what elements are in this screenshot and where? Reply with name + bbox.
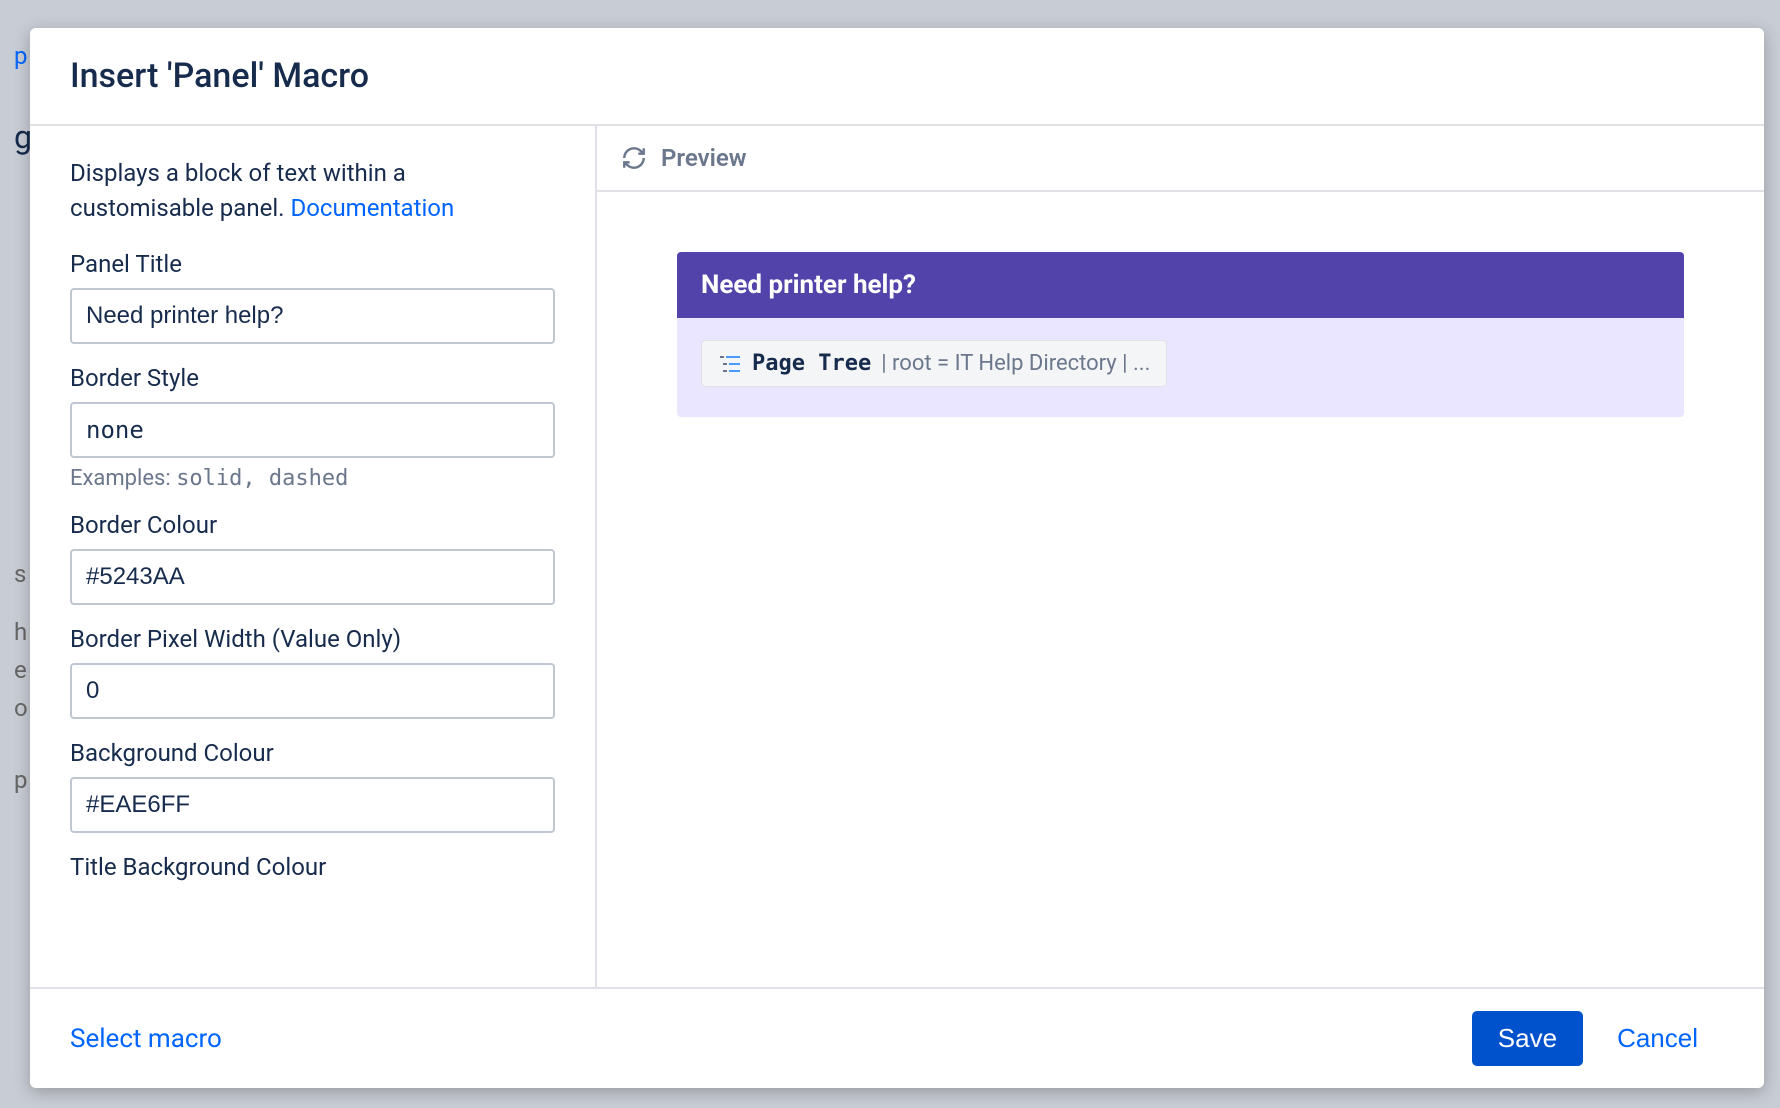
bg-artifact-p2: p: [14, 766, 27, 794]
border-width-label: Border Pixel Width (Value Only): [70, 625, 555, 653]
bg-artifact-p: p: [14, 42, 27, 70]
hint-prefix: Examples:: [70, 466, 176, 491]
macro-dialog: Insert 'Panel' Macro Displays a block of…: [30, 28, 1764, 1088]
cancel-button[interactable]: Cancel: [1591, 1011, 1724, 1066]
bg-artifact-h: h: [14, 618, 27, 646]
macro-chip-name: Page Tree: [752, 351, 871, 376]
field-border-width: Border Pixel Width (Value Only): [70, 625, 555, 719]
panel-title-input[interactable]: [70, 288, 555, 344]
border-style-input[interactable]: [70, 402, 555, 458]
dialog-title: Insert 'Panel' Macro: [70, 56, 1724, 96]
hint-values: solid, dashed: [176, 466, 348, 491]
page-tree-icon: [718, 354, 742, 374]
border-colour-input[interactable]: [70, 549, 555, 605]
macro-description: Displays a block of text within a custom…: [70, 156, 555, 226]
page-tree-macro-chip[interactable]: Page Tree | root = IT Help Directory | .…: [701, 340, 1167, 387]
preview-pane: Preview Need printer help?: [597, 126, 1764, 987]
preview-header: Preview: [597, 126, 1764, 192]
field-title-bg-colour: Title Background Colour: [70, 853, 555, 881]
bg-artifact-e: e: [14, 656, 27, 684]
preview-title: Preview: [661, 144, 746, 172]
documentation-link[interactable]: Documentation: [290, 194, 454, 222]
field-panel-title: Panel Title: [70, 250, 555, 344]
save-button[interactable]: Save: [1472, 1011, 1583, 1066]
select-macro-link[interactable]: Select macro: [70, 1024, 222, 1054]
background-colour-label: Background Colour: [70, 739, 555, 767]
border-style-label: Border Style: [70, 364, 555, 392]
preview-panel: Need printer help?: [677, 252, 1684, 417]
title-bg-colour-label: Title Background Colour: [70, 853, 555, 881]
dialog-body: Displays a block of text within a custom…: [30, 126, 1764, 987]
form-pane[interactable]: Displays a block of text within a custom…: [30, 126, 595, 987]
dialog-footer: Select macro Save Cancel: [30, 987, 1764, 1088]
preview-panel-content: Page Tree | root = IT Help Directory | .…: [677, 318, 1684, 417]
field-background-colour: Background Colour: [70, 739, 555, 833]
field-border-style: Border Style Examples: solid, dashed: [70, 364, 555, 491]
panel-title-label: Panel Title: [70, 250, 555, 278]
border-colour-label: Border Colour: [70, 511, 555, 539]
background-colour-input[interactable]: [70, 777, 555, 833]
bg-artifact-s: s: [14, 560, 26, 588]
preview-panel-title: Need printer help?: [677, 252, 1684, 318]
field-border-colour: Border Colour: [70, 511, 555, 605]
macro-chip-params: | root = IT Help Directory | ...: [881, 351, 1150, 376]
bg-artifact-o: o: [14, 694, 28, 722]
preview-body: Need printer help?: [597, 192, 1764, 987]
border-width-input[interactable]: [70, 663, 555, 719]
border-style-hint: Examples: solid, dashed: [70, 466, 555, 491]
refresh-icon[interactable]: [621, 145, 647, 171]
dialog-header: Insert 'Panel' Macro: [30, 28, 1764, 126]
